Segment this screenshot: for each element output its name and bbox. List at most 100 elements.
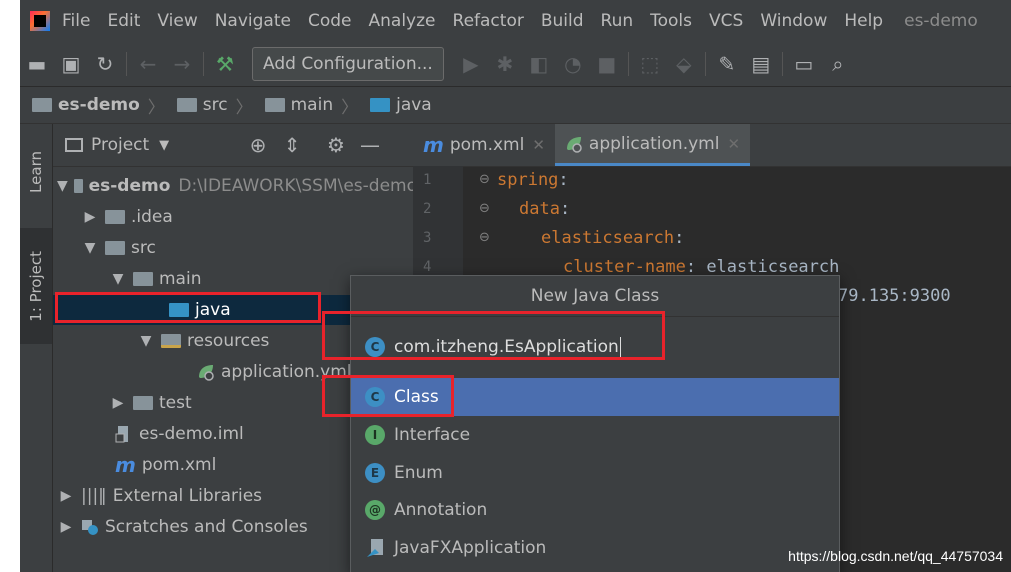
- code-line[interactable]: elasticsearch:: [541, 228, 684, 248]
- menu-code[interactable]: Code: [308, 11, 352, 31]
- terminal-icon[interactable]: ▭: [787, 47, 821, 81]
- fold-marker-icon[interactable]: ⊖: [479, 172, 490, 187]
- class-icon: C: [365, 387, 385, 407]
- fold-marker-icon[interactable]: ⊖: [479, 201, 490, 216]
- expand-arrow-icon[interactable]: ▶: [81, 209, 99, 225]
- line-number: 3: [423, 230, 432, 246]
- tab-application-yml[interactable]: application.yml ✕: [554, 124, 751, 166]
- settings-wrench-icon[interactable]: ✎: [710, 47, 744, 81]
- menu-edit[interactable]: Edit: [107, 11, 140, 31]
- kind-option-javafx[interactable]: JavaFXApplication: [351, 529, 839, 567]
- kind-option-class[interactable]: C Class: [351, 378, 839, 416]
- kind-option-annotation[interactable]: @ Annotation: [351, 491, 839, 529]
- folder-icon: [133, 272, 153, 286]
- tree-row-idea[interactable]: ▶ .idea: [53, 202, 441, 232]
- module-folder-icon: [73, 179, 83, 193]
- tree-row-src[interactable]: ▼ src: [53, 233, 441, 263]
- stop-icon[interactable]: ■: [590, 47, 624, 81]
- toolbar-divider: [781, 52, 783, 76]
- folder-icon: [133, 396, 153, 410]
- menu-tools[interactable]: Tools: [650, 11, 692, 31]
- back-arrow-icon[interactable]: ←: [131, 47, 165, 81]
- tree-label: .idea: [131, 207, 173, 227]
- menu-view[interactable]: View: [157, 11, 197, 31]
- expand-arrow-icon[interactable]: ▼: [81, 240, 99, 256]
- menu-build[interactable]: Build: [541, 11, 584, 31]
- expand-arrow-icon[interactable]: ▼: [57, 178, 68, 194]
- text-caret: [619, 337, 621, 357]
- kind-label: JavaFXApplication: [394, 538, 547, 558]
- menu-analyze[interactable]: Analyze: [369, 11, 436, 31]
- chevron-down-icon[interactable]: ▼: [159, 138, 169, 153]
- class-name-field[interactable]: C com.itzheng.EsApplication: [351, 317, 839, 377]
- menu-window[interactable]: Window: [760, 11, 827, 31]
- collapse-all-icon[interactable]: ⇕: [275, 128, 309, 162]
- expand-arrow-icon[interactable]: ▶: [57, 488, 75, 504]
- tab-pom-xml[interactable]: m pom.xml ✕: [413, 124, 555, 166]
- forward-arrow-icon[interactable]: →: [165, 47, 199, 81]
- expand-arrow-icon[interactable]: ▼: [137, 333, 155, 349]
- tool-window-stripe: Learn 1: Project: [20, 124, 53, 572]
- add-configuration-button[interactable]: Add Configuration...: [252, 47, 444, 81]
- hide-panel-icon[interactable]: —: [353, 128, 387, 162]
- kind-option-enum[interactable]: E Enum: [351, 454, 839, 492]
- project-panel-title[interactable]: Project: [91, 135, 149, 155]
- breadcrumb-label: java: [396, 95, 432, 115]
- toolbar-divider: [203, 52, 204, 76]
- close-icon[interactable]: ✕: [727, 135, 740, 153]
- tree-label: resources: [187, 331, 270, 351]
- profile-icon[interactable]: ◔: [556, 47, 590, 81]
- maven-icon: m: [423, 133, 444, 157]
- fold-marker-icon[interactable]: ⊖: [479, 230, 490, 245]
- intellij-logo-icon: [30, 11, 50, 31]
- tree-label: Scratches and Consoles: [105, 517, 308, 537]
- interface-icon: I: [365, 425, 385, 445]
- coverage-icon[interactable]: ◧: [522, 47, 556, 81]
- build-hammer-icon[interactable]: ⚒: [208, 47, 242, 81]
- expand-arrow-icon[interactable]: ▶: [57, 519, 75, 535]
- open-folder-icon[interactable]: ▬: [20, 47, 54, 81]
- code-line[interactable]: data:: [519, 199, 570, 219]
- run-icon[interactable]: ▶: [454, 47, 488, 81]
- debug-icon[interactable]: ✱: [488, 47, 522, 81]
- menu-refactor[interactable]: Refactor: [453, 11, 524, 31]
- save-icon[interactable]: ▣: [54, 47, 88, 81]
- javafx-icon: [367, 539, 383, 557]
- stripe-tab-learn[interactable]: Learn: [20, 128, 52, 216]
- close-icon[interactable]: ✕: [532, 136, 545, 154]
- expand-arrow-icon[interactable]: ▼: [109, 271, 127, 287]
- code-line[interactable]: cluster-name: elasticsearch: [563, 257, 839, 277]
- stripe-tab-project[interactable]: 1: Project: [20, 228, 52, 344]
- menu-run[interactable]: Run: [601, 11, 634, 31]
- search-icon[interactable]: ⌕: [821, 47, 855, 81]
- breadcrumb-item[interactable]: main 〉: [264, 93, 359, 118]
- project-panel-header: Project ▼ ⊕ ⇕ ⚙ —: [53, 124, 413, 167]
- code-line[interactable]: spring:: [497, 170, 569, 190]
- menu-file[interactable]: File: [62, 11, 90, 31]
- kind-option-interface[interactable]: I Interface: [351, 416, 839, 454]
- tree-label: java: [195, 300, 231, 320]
- folder-icon: [105, 210, 125, 224]
- breadcrumb-item[interactable]: src 〉: [176, 93, 253, 118]
- sync-icon[interactable]: ↻: [88, 47, 122, 81]
- vcs-update-icon[interactable]: ⬚: [633, 47, 667, 81]
- project-structure-icon[interactable]: ▤: [744, 47, 778, 81]
- menu-vcs[interactable]: VCS: [709, 11, 743, 31]
- breadcrumb-item[interactable]: java: [370, 95, 432, 115]
- gear-icon[interactable]: ⚙: [319, 128, 353, 162]
- tab-label: application.yml: [588, 133, 720, 154]
- menu-help[interactable]: Help: [844, 11, 883, 31]
- vcs-commit-icon[interactable]: ⬙: [667, 47, 701, 81]
- expand-arrow-icon[interactable]: ▶: [109, 395, 127, 411]
- chevron-right-icon: 〉: [341, 97, 359, 118]
- spring-leaf-icon: [199, 365, 214, 381]
- new-java-class-dialog: New Java Class C com.itzheng.EsApplicati…: [350, 275, 840, 572]
- menu-navigate[interactable]: Navigate: [215, 11, 291, 31]
- locate-target-icon[interactable]: ⊕: [241, 128, 275, 162]
- chevron-right-icon: 〉: [147, 97, 165, 118]
- code-line[interactable]: 79.135:9300: [838, 286, 951, 306]
- yaml-value: 79.135:9300: [838, 286, 951, 306]
- tree-row-root[interactable]: ▼ es-demo D:\IDEAWORK\SSM\es-demo: [53, 171, 417, 201]
- tree-label: test: [159, 393, 192, 413]
- breadcrumb-item[interactable]: es-demo 〉: [32, 93, 165, 118]
